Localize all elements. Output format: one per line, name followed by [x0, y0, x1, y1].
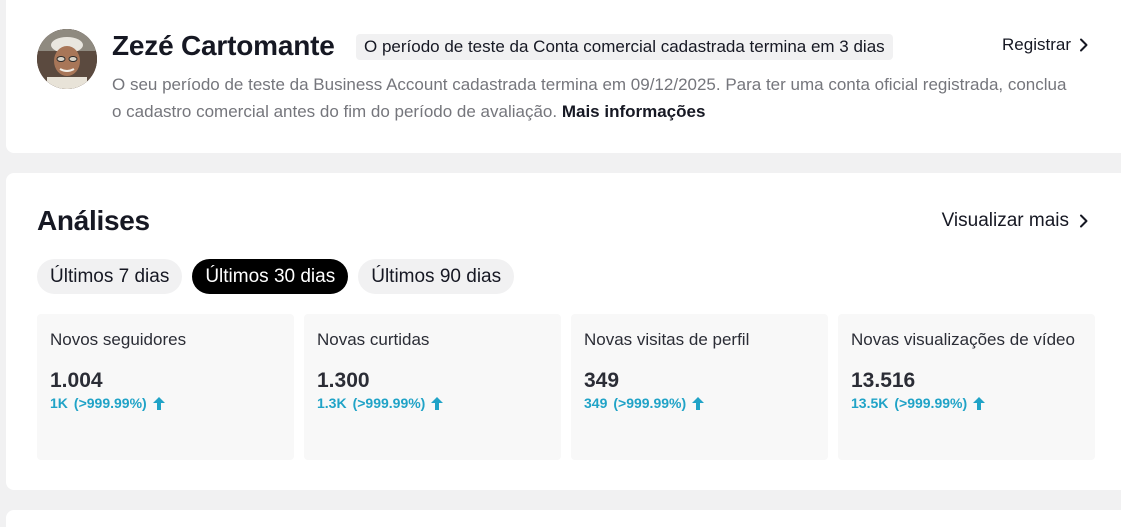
profile-card: Zezé Cartomante O período de teste da Co…	[6, 0, 1121, 153]
register-label: Registrar	[1002, 35, 1071, 54]
analytics-card: Análises Visualizar mais Últimos 7 dias …	[6, 173, 1121, 490]
account-name: Zezé Cartomante	[112, 30, 335, 61]
chevron-right-icon	[1080, 214, 1088, 228]
more-info-link[interactable]: Mais informações	[562, 102, 706, 121]
date-range-tabs: Últimos 7 dias Últimos 30 dias Últimos 9…	[37, 259, 515, 294]
stat-label: Novas visualizações de vídeo	[851, 330, 1075, 349]
arrow-up-icon	[152, 396, 165, 410]
stat-delta: 1K (>999.99%)	[50, 395, 282, 411]
stat-delta: 349 (>999.99%)	[584, 395, 816, 411]
stat-label: Novos seguidores	[50, 330, 187, 349]
avatar-image	[37, 29, 97, 89]
tab-last-30-days[interactable]: Últimos 30 dias	[192, 259, 349, 294]
trial-status-badge: O período de teste da Conta comercial ca…	[356, 34, 893, 60]
stat-delta-value: 1.3K	[317, 395, 347, 411]
analytics-title: Análises	[37, 205, 150, 236]
stat-delta-value: 13.5K	[851, 395, 889, 411]
stat-card-new-followers[interactable]: Novos seguidores 1.004 1K (>999.99%)	[37, 314, 294, 460]
tab-last-7-days[interactable]: Últimos 7 dias	[37, 259, 183, 294]
chevron-right-icon	[1080, 38, 1088, 52]
stats-grid: Novos seguidores 1.004 1K (>999.99%) Nov…	[37, 314, 1095, 460]
stat-delta: 13.5K (>999.99%)	[851, 395, 1083, 411]
trial-description: O seu período de teste da Business Accou…	[112, 71, 1072, 125]
stat-value: 1.300	[317, 369, 370, 392]
arrow-up-icon	[431, 396, 444, 410]
stat-delta-value: 1K	[50, 395, 68, 411]
stat-card-profile-visits[interactable]: Novas visitas de perfil 349 349 (>999.99…	[571, 314, 828, 460]
stat-value: 1.004	[50, 369, 103, 392]
stat-card-video-views[interactable]: Novas visualizações de vídeo 13.516 13.5…	[838, 314, 1095, 460]
next-section-card	[6, 510, 1121, 527]
tab-last-90-days[interactable]: Últimos 90 dias	[358, 259, 515, 294]
register-button[interactable]: Registrar	[1002, 35, 1089, 55]
stat-value: 13.516	[851, 369, 916, 392]
arrow-up-icon	[973, 396, 986, 410]
stat-label: Novas curtidas	[317, 330, 430, 349]
stat-value: 349	[584, 369, 620, 392]
stat-card-new-likes[interactable]: Novas curtidas 1.300 1.3K (>999.99%)	[304, 314, 561, 460]
stat-delta-percent: (>999.99%)	[352, 395, 426, 411]
avatar[interactable]	[37, 29, 97, 89]
stat-delta-percent: (>999.99%)	[73, 395, 147, 411]
stat-delta: 1.3K (>999.99%)	[317, 395, 549, 411]
view-more-button[interactable]: Visualizar mais	[942, 210, 1089, 232]
arrow-up-icon	[692, 396, 705, 410]
stat-delta-value: 349	[584, 395, 608, 411]
stat-delta-percent: (>999.99%)	[894, 395, 968, 411]
view-more-label: Visualizar mais	[941, 210, 1069, 231]
stat-label: Novas visitas de perfil	[584, 330, 750, 349]
stat-delta-percent: (>999.99%)	[613, 395, 687, 411]
